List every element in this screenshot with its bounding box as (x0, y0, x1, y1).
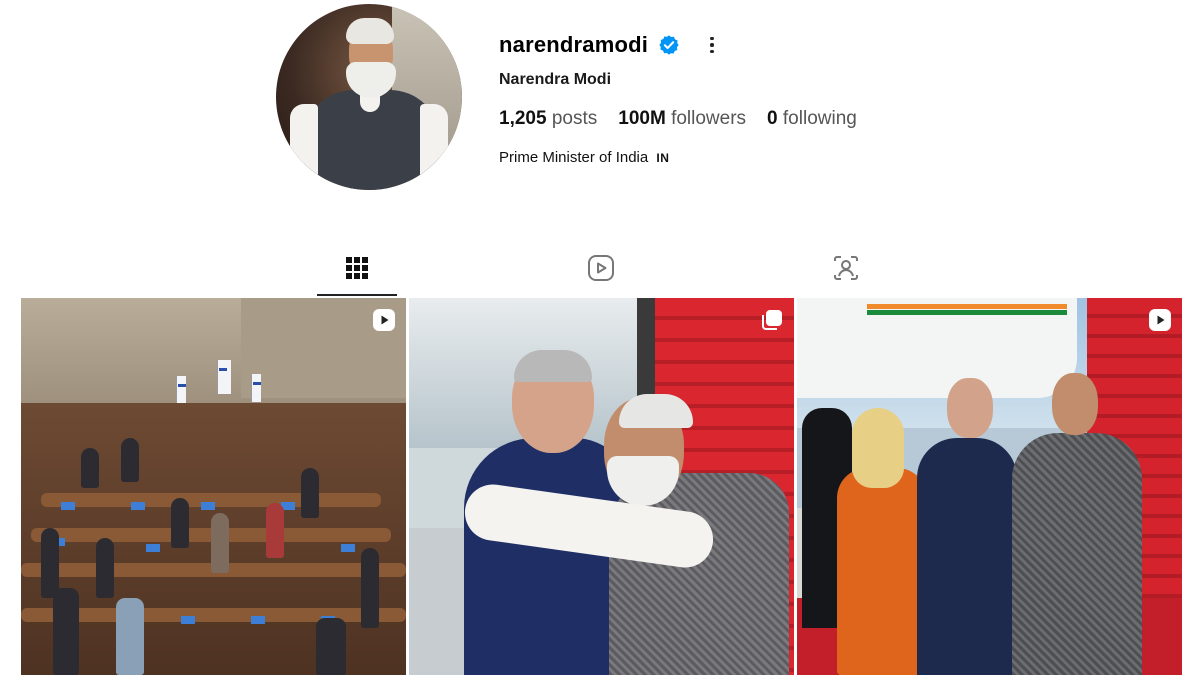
tab-tagged[interactable] (828, 250, 864, 286)
post-tile[interactable] (797, 298, 1182, 675)
username-row: narendramodi (499, 30, 722, 60)
bio-flag: IN (656, 151, 670, 165)
following-count: 0 (767, 108, 778, 129)
grid-icon (346, 257, 368, 279)
following-label: following (782, 108, 857, 129)
profile-avatar[interactable] (276, 4, 462, 190)
more-options-icon[interactable] (702, 34, 722, 56)
tab-reels[interactable] (583, 250, 619, 286)
selected-tab-indicator (317, 294, 397, 296)
posts-count: 1,205 (499, 108, 547, 129)
posts-label: posts (551, 108, 598, 129)
verified-badge-icon (659, 35, 679, 55)
flag-icon (217, 360, 231, 394)
following-stat[interactable]: 0 following (767, 108, 857, 130)
tagged-icon (834, 256, 858, 280)
followers-stat[interactable]: 100M followers (618, 108, 746, 130)
flag-icon (176, 376, 186, 404)
full-name: Narendra Modi (499, 71, 612, 88)
flag-icon (251, 374, 261, 402)
followers-label: followers (671, 108, 747, 129)
reel-badge-icon (1149, 309, 1171, 331)
username: narendramodi (499, 32, 649, 57)
bio-text: Prime Minister of India (499, 149, 649, 166)
carousel-badge-icon (762, 310, 782, 330)
posts-stat: 1,205 posts (499, 108, 597, 130)
reels-icon (588, 255, 614, 281)
tab-posts[interactable] (339, 250, 375, 286)
post-tile[interactable] (21, 298, 406, 675)
followers-count: 100M (618, 108, 666, 129)
profile-stats: 1,205 posts 100M followers 0 following (499, 108, 878, 130)
reel-badge-icon (373, 309, 395, 331)
bio: Prime Minister of India IN (499, 149, 669, 166)
post-tile[interactable] (409, 298, 794, 675)
